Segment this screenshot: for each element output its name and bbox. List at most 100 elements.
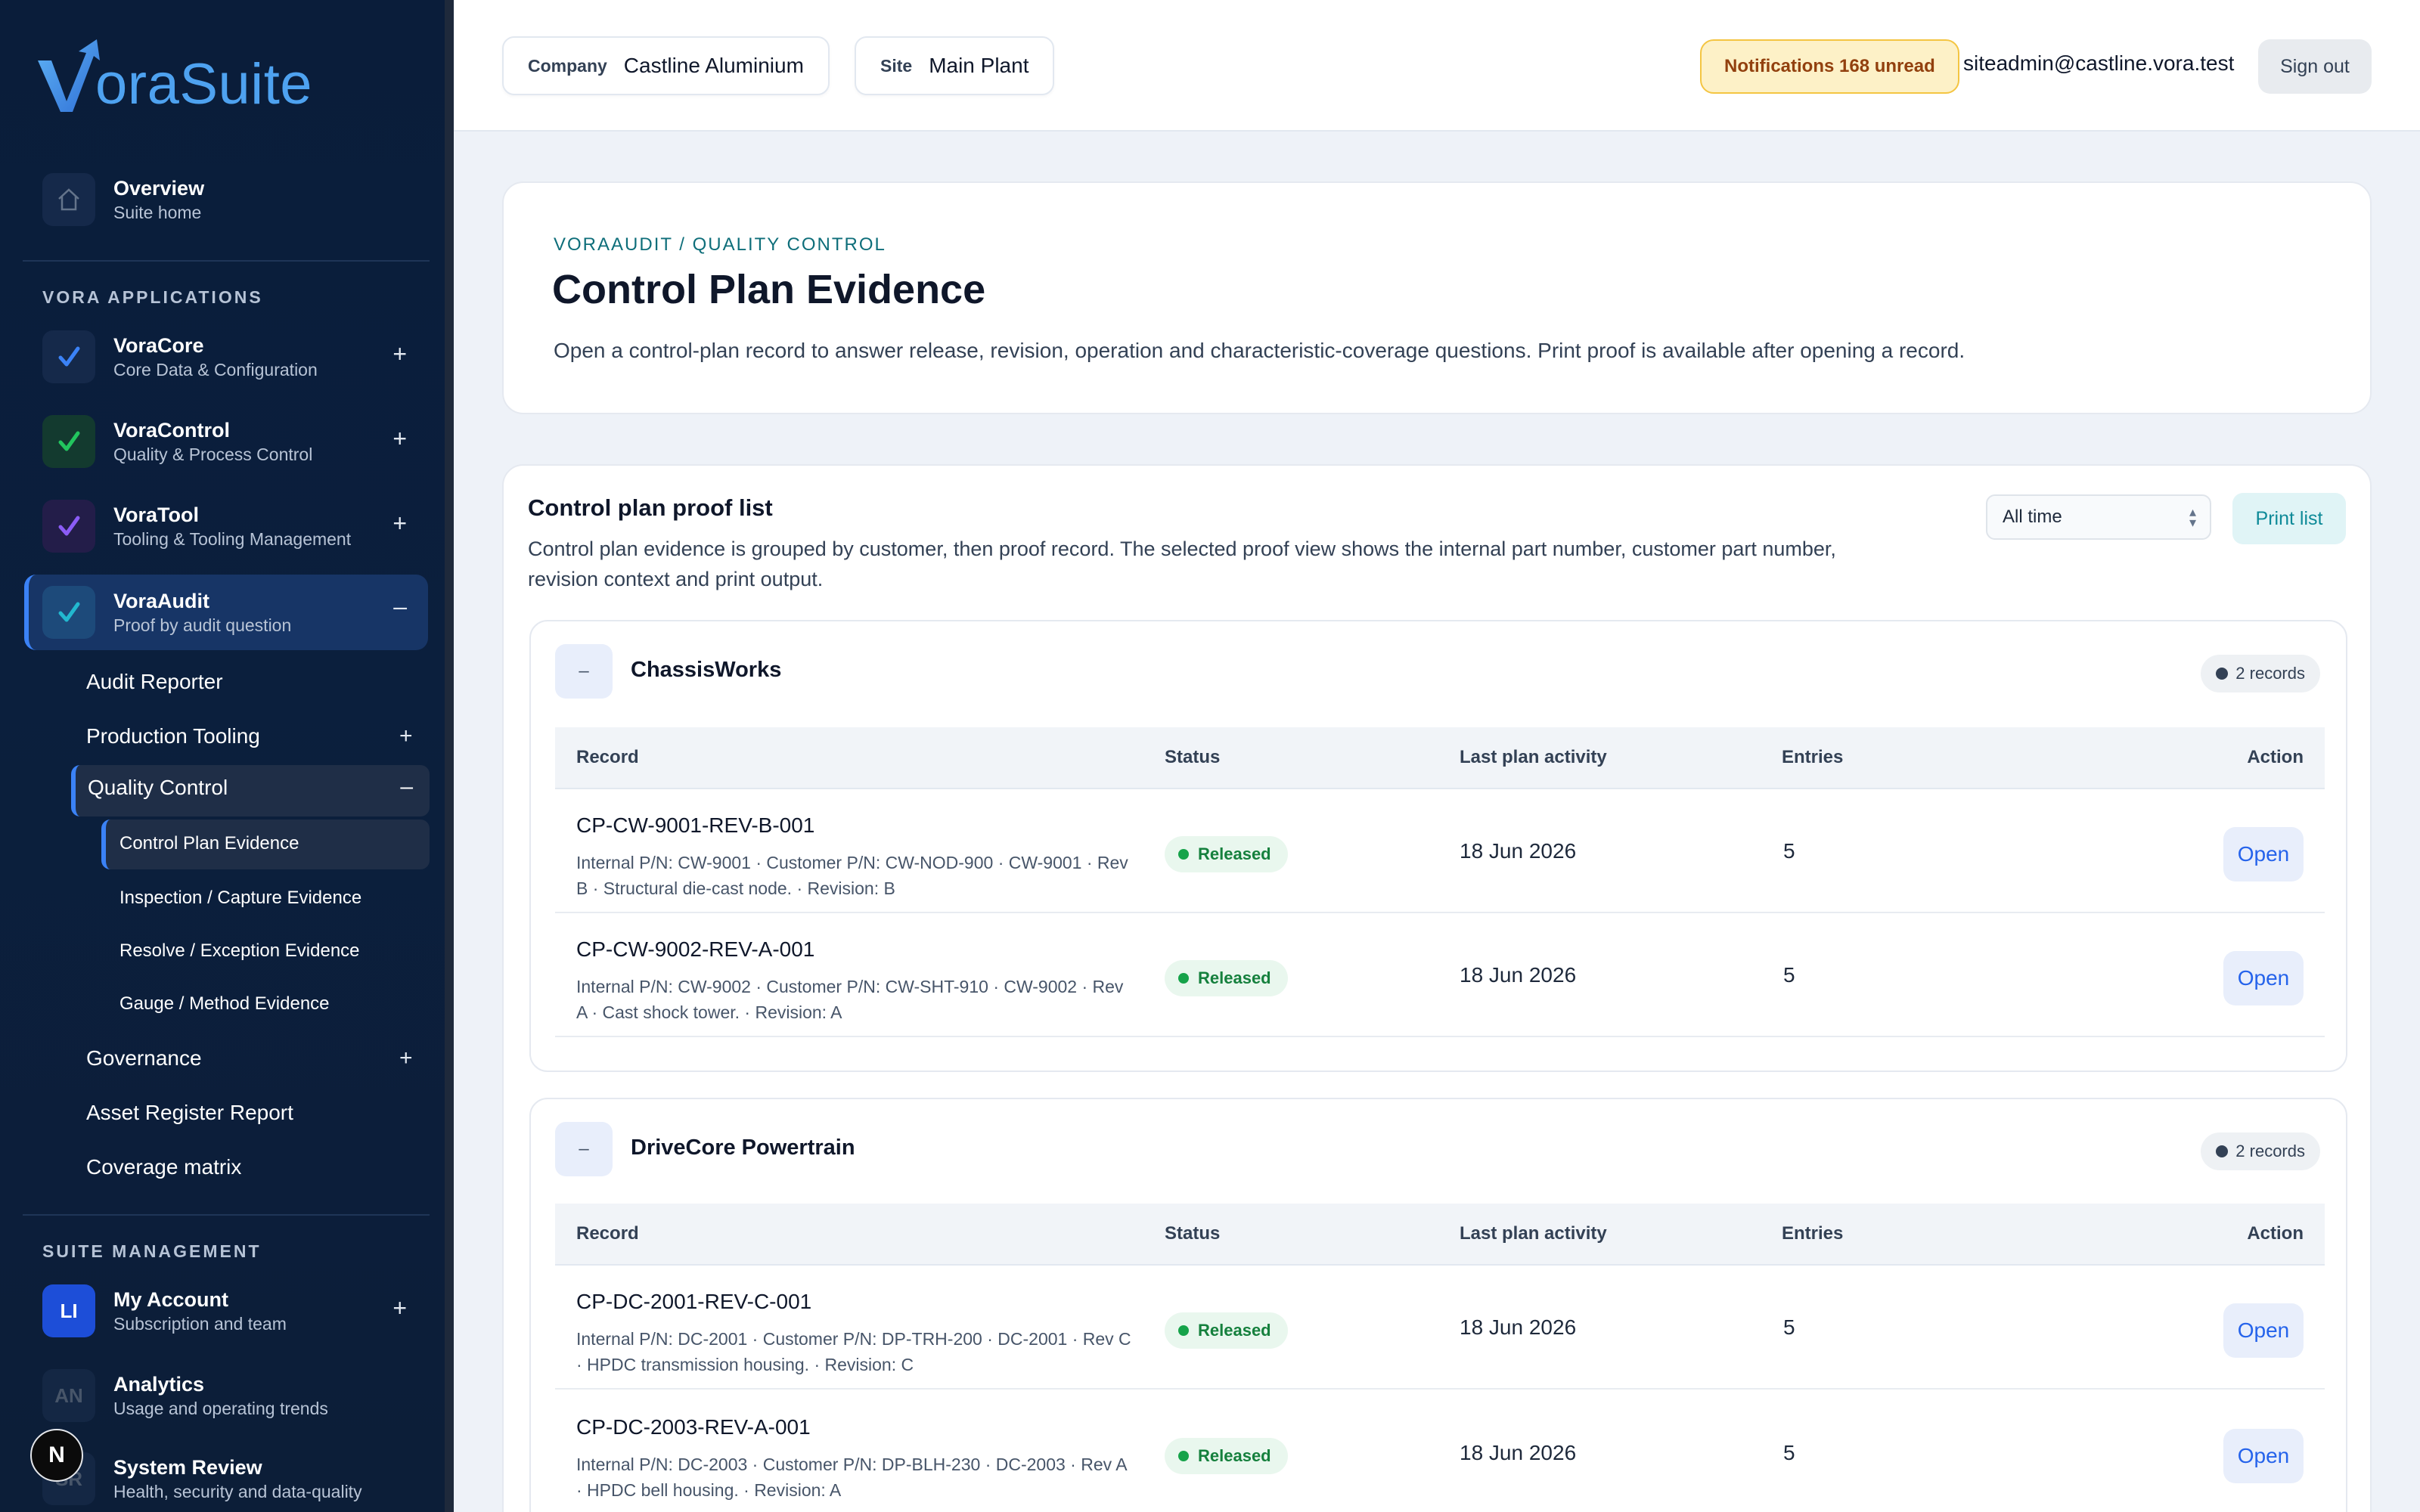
status-text: Released (1198, 968, 1271, 987)
sidebar: oraSuite Overview Suite home VORA APPLIC… (0, 0, 454, 1512)
page-header-card: VORAAUDIT / QUALITY CONTROL Control Plan… (502, 181, 2372, 414)
expand-icon[interactable]: + (392, 342, 407, 366)
site-value: Main Plant (929, 54, 1029, 77)
site-selector[interactable]: Site Main Plant (855, 36, 1055, 95)
nav-coverage-matrix[interactable]: Coverage matrix (86, 1152, 241, 1182)
nav-system-review[interactable]: SR System Review Health, security and da… (42, 1444, 428, 1512)
collapse-icon[interactable]: – (400, 774, 413, 800)
page-title: Control Plan Evidence (552, 267, 986, 312)
logo-wordmark: oraSuite (95, 52, 313, 116)
nav-my-account[interactable]: LI My Account Subscription and team + (42, 1276, 428, 1346)
nav-quality-control[interactable]: Quality Control – (71, 765, 430, 816)
record-id: CP-DC-2001-REV-C-001 (576, 1290, 812, 1313)
breadcrumb[interactable]: VORAAUDIT / QUALITY CONTROL (554, 234, 886, 256)
nav-label: Quality Control (88, 776, 228, 799)
up-down-chevron-icon: ▴ ▾ (2189, 504, 2196, 530)
col-entries: Entries (1782, 1223, 1844, 1244)
app-title: VoraControl (113, 419, 230, 442)
record-description: Internal P/N: CW-9002 · Customer P/N: CW… (576, 977, 1124, 1022)
app-title: VoraTool (113, 503, 199, 526)
nav-production-tooling[interactable]: Production Tooling + (86, 721, 413, 751)
sidebar-divider (23, 260, 430, 262)
vorasuite-logo[interactable]: oraSuite (36, 35, 312, 113)
expand-icon[interactable]: + (392, 511, 407, 535)
nav-analytics[interactable]: AN Analytics Usage and operating trends (42, 1361, 428, 1430)
section-label-management: SUITE MANAGEMENT (42, 1241, 262, 1261)
nav-governance[interactable]: Governance + (86, 1043, 413, 1074)
status-dot-icon (1178, 973, 1189, 984)
expand-icon[interactable]: + (392, 426, 407, 451)
nav-asset-register-report[interactable]: Asset Register Report (86, 1098, 293, 1128)
open-button[interactable]: Open (2223, 951, 2304, 1005)
nav-app-voratool[interactable]: VoraTool Tooling & Tooling Management + (42, 491, 428, 561)
voraaudit-check-icon (42, 586, 95, 639)
status-text: Released (1198, 1321, 1271, 1340)
customer-group: – ChassisWorks 2 records Record Status L… (529, 620, 2347, 1072)
record-id: CP-CW-9002-REV-A-001 (576, 937, 815, 961)
col-action: Action (2247, 1223, 2304, 1244)
company-label: Company (528, 55, 607, 76)
record-count: 2 records (2235, 1142, 2305, 1160)
customer-group: – DriveCore Powertrain 2 records Record … (529, 1098, 2347, 1512)
nav-overview[interactable]: Overview Suite home (42, 169, 428, 230)
panel-title: Control plan proof list (528, 494, 773, 521)
open-button[interactable]: Open (2223, 1429, 2304, 1483)
expand-icon[interactable]: + (399, 1043, 413, 1074)
col-status: Status (1165, 1223, 1221, 1244)
status-badge: Released (1165, 960, 1288, 996)
nav-app-voracontrol[interactable]: VoraControl Quality & Process Control + (42, 407, 428, 476)
nav-subtitle: Health, security and data-quality (113, 1482, 362, 1501)
col-record: Record (576, 747, 639, 767)
company-selector[interactable]: Company Castline Aluminium (502, 36, 830, 95)
group-name: ChassisWorks (631, 658, 782, 682)
status-badge: Released (1165, 1312, 1288, 1349)
open-button[interactable]: Open (2223, 827, 2304, 881)
group-name: DriveCore Powertrain (631, 1136, 855, 1160)
panel-description: Control plan evidence is grouped by cust… (528, 538, 1836, 590)
last-activity: 18 Jun 2026 (1460, 1441, 1577, 1464)
expand-icon[interactable]: + (399, 721, 413, 751)
group-collapse-button[interactable]: – (555, 1122, 613, 1176)
analytics-badge: AN (42, 1369, 95, 1422)
record-id: CP-DC-2003-REV-A-001 (576, 1415, 811, 1439)
table-row: CP-CW-9002-REV-A-001 Internal P/N: CW-90… (555, 913, 2325, 1037)
voracore-check-icon (42, 330, 95, 383)
col-last-activity: Last plan activity (1460, 1223, 1607, 1244)
logo-v-arrow-icon (38, 39, 100, 112)
nav-overview-title: Overview (113, 177, 205, 200)
print-list-button[interactable]: Print list (2232, 493, 2346, 544)
sidebar-divider (23, 1214, 430, 1216)
nav-subtitle: Usage and operating trends (113, 1399, 328, 1418)
site-label: Site (880, 55, 913, 76)
time-range-value: All time (2003, 507, 2062, 527)
nav-inspection-capture-evidence[interactable]: Inspection / Capture Evidence (119, 888, 361, 909)
nav-control-plan-evidence[interactable]: Control Plan Evidence (101, 820, 430, 869)
collapse-icon[interactable]: – (393, 594, 407, 618)
status-dot-icon (1178, 1451, 1189, 1461)
open-button[interactable]: Open (2223, 1303, 2304, 1358)
app-subtitle: Core Data & Configuration (113, 360, 318, 380)
sign-out-button[interactable]: Sign out (2258, 39, 2372, 94)
floating-n-badge[interactable]: N (30, 1429, 83, 1482)
record-description: Internal P/N: DC-2003 · Customer P/N: DP… (576, 1455, 1127, 1500)
status-text: Released (1198, 844, 1271, 863)
entries-count: 5 (1783, 839, 1795, 863)
status-text: Released (1198, 1446, 1271, 1465)
record-id: CP-CW-9001-REV-B-001 (576, 813, 815, 837)
nav-audit-reporter[interactable]: Audit Reporter (86, 667, 223, 697)
proof-list-panel: Control plan proof list Control plan evi… (502, 464, 2372, 1512)
nav-app-voracore[interactable]: VoraCore Core Data & Configuration + (42, 322, 428, 392)
nav-subtitle: Subscription and team (113, 1314, 287, 1334)
nav-resolve-exception-evidence[interactable]: Resolve / Exception Evidence (119, 940, 360, 962)
group-collapse-button[interactable]: – (555, 644, 613, 699)
nav-title: Analytics (113, 1373, 205, 1396)
app-subtitle: Tooling & Tooling Management (113, 529, 352, 549)
nav-gauge-method-evidence[interactable]: Gauge / Method Evidence (119, 993, 330, 1015)
expand-icon[interactable]: + (392, 1296, 407, 1320)
nav-app-voraaudit[interactable]: VoraAudit Proof by audit question – (24, 575, 428, 650)
notifications-badge[interactable]: Notifications 168 unread (1700, 39, 1959, 94)
time-range-select[interactable]: All time ▴ ▾ (1986, 494, 2211, 540)
app-subtitle: Proof by audit question (113, 615, 292, 635)
status-badge: Released (1165, 1438, 1288, 1474)
entries-count: 5 (1783, 1441, 1795, 1464)
